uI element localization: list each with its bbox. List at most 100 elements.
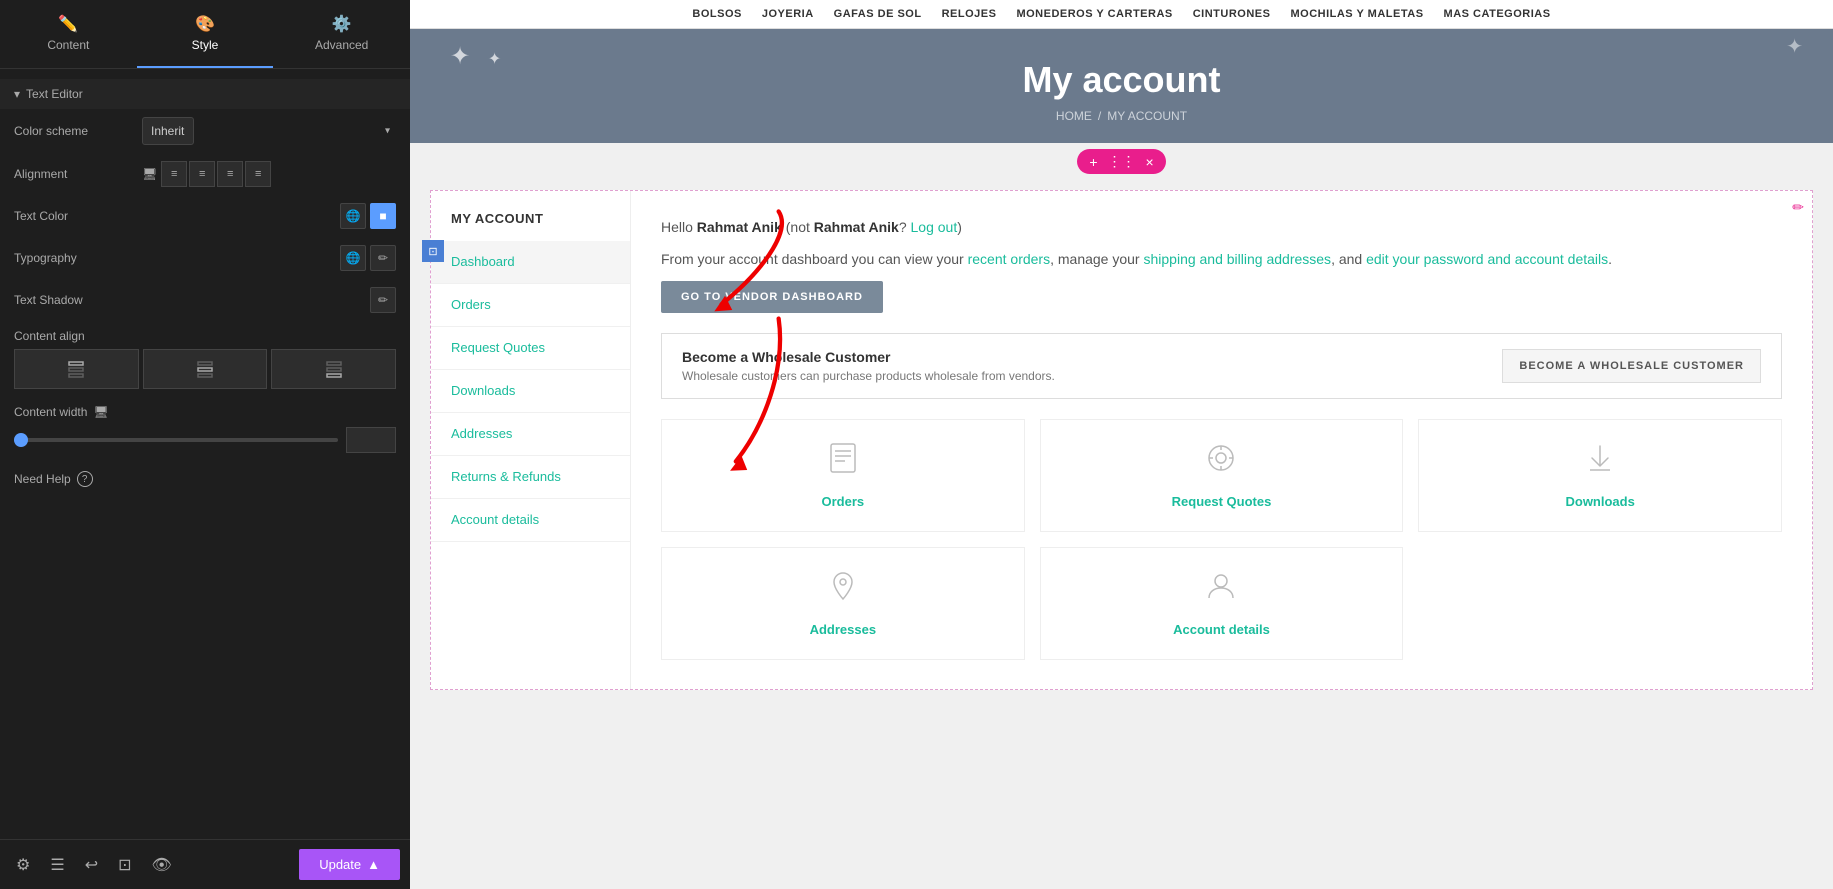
text-color-row: Text Color 🌐 ■ — [0, 195, 410, 237]
typography-control: 🌐 ✏ — [142, 245, 396, 271]
question-text: ? — [899, 219, 911, 235]
text-color-global-btn[interactable]: 🌐 — [340, 203, 366, 229]
breadcrumb: HOME / MY ACCOUNT — [430, 109, 1813, 123]
card-account-details[interactable]: Account details — [1040, 547, 1404, 660]
sidebar-link-dashboard[interactable]: Dashboard — [451, 254, 515, 269]
vendor-dashboard-button[interactable]: GO TO VENDOR DASHBOARD — [661, 281, 883, 313]
sidebar-link-request-quotes[interactable]: Request Quotes — [451, 340, 545, 355]
left-panel: ✏️ Content 🎨 Style ⚙️ Advanced ▾ Text Ed… — [0, 0, 410, 889]
color-scheme-select-wrapper: Inherit — [142, 117, 396, 145]
recent-orders-link[interactable]: recent orders — [968, 251, 1050, 267]
edit-pencil-icon[interactable]: ✏ — [1792, 199, 1804, 216]
sidebar-item-account-details[interactable]: Account details — [431, 499, 630, 542]
wholesale-cta-button[interactable]: BECOME A WHOLESALE CUSTOMER — [1502, 349, 1761, 383]
hero-title: My account — [430, 59, 1813, 101]
preview-footer-icon[interactable]: 👁 — [146, 849, 178, 881]
nav-relojes[interactable]: RELOJES — [942, 8, 997, 20]
account-section-wrapper: ⊡ MY ACCOUNT Dashboard Orders — [430, 190, 1813, 690]
layers-footer-icon[interactable]: ☰ — [44, 849, 70, 881]
sidebar-title: MY ACCOUNT — [431, 211, 630, 241]
logout-link[interactable]: Log out — [911, 219, 958, 235]
typography-edit-btn[interactable]: ✏ — [370, 245, 396, 271]
section-title-text: Text Editor — [26, 87, 83, 101]
typography-global-btn[interactable]: 🌐 — [340, 245, 366, 271]
align-buttons: ≡ ≡ ≡ ≡ — [161, 161, 271, 187]
text-shadow-edit-btn[interactable]: ✏ — [370, 287, 396, 313]
content-width-value[interactable] — [346, 427, 396, 453]
card-addresses[interactable]: Addresses — [661, 547, 1025, 660]
panel-body: ▾ Text Editor Color scheme Inherit Align… — [0, 69, 410, 839]
card-orders[interactable]: Orders — [661, 419, 1025, 532]
sidebar-item-returns[interactable]: Returns & Refunds — [431, 456, 630, 499]
nav-joyeria[interactable]: JOYERIA — [762, 8, 814, 20]
content-align-bottom[interactable] — [271, 349, 396, 389]
orders-card-label: Orders — [822, 494, 865, 509]
card-downloads[interactable]: Downloads — [1418, 419, 1782, 532]
align-right-btn[interactable]: ≡ — [217, 161, 243, 187]
tab-content-label: Content — [47, 38, 89, 52]
site-content: ⊡ MY ACCOUNT Dashboard Orders — [410, 180, 1833, 889]
shipping-billing-link[interactable]: shipping and billing addresses — [1143, 251, 1331, 267]
text-color-label: Text Color — [14, 209, 134, 223]
sidebar-menu: Dashboard Orders Request Quotes Download… — [431, 241, 630, 542]
content-align-middle[interactable] — [143, 349, 268, 389]
elementor-add-icon[interactable]: + — [1089, 154, 1097, 170]
nav-mochilas[interactable]: MOCHILAS Y MALETAS — [1290, 8, 1423, 20]
sidebar-link-account-details[interactable]: Account details — [451, 512, 539, 527]
nav-mas-cat[interactable]: MAS CATEGORIAS — [1444, 8, 1551, 20]
edit-password-link[interactable]: edit your password and account details — [1366, 251, 1608, 267]
sidebar-link-addresses[interactable]: Addresses — [451, 426, 512, 441]
text-color-picker-btn[interactable]: ■ — [370, 203, 396, 229]
sidebar-link-returns[interactable]: Returns & Refunds — [451, 469, 561, 484]
nav-bolsos[interactable]: BOLSOS — [692, 8, 741, 20]
responsive-icon-width: 🖥 — [93, 405, 108, 419]
wholesale-cta-label: BECOME A WHOLESALE CUSTOMER — [1519, 360, 1744, 372]
settings-footer-icon[interactable]: ⚙ — [10, 849, 36, 881]
responsive-icon-align: 🖥 — [142, 167, 157, 181]
nav-monederos[interactable]: MONEDEROS Y CARTERAS — [1016, 8, 1172, 20]
section-title[interactable]: ▾ Text Editor — [0, 79, 410, 109]
sidebar-item-request-quotes[interactable]: Request Quotes — [431, 327, 630, 370]
style-icon: 🎨 — [195, 14, 215, 34]
update-button[interactable]: Update ▲ — [299, 849, 400, 880]
content-icon: ✏️ — [58, 14, 78, 34]
section-arrow: ▾ — [14, 87, 20, 101]
sidebar-item-downloads[interactable]: Downloads — [431, 370, 630, 413]
align-left-btn[interactable]: ≡ — [161, 161, 187, 187]
update-btn-label: Update — [319, 857, 361, 872]
sidebar-item-orders[interactable]: Orders — [431, 284, 630, 327]
wholesale-title: Become a Wholesale Customer — [682, 349, 1055, 365]
panel-footer: ⚙ ☰ ↩ ⊡ 👁 Update ▲ — [0, 839, 410, 889]
text-shadow-label: Text Shadow — [14, 293, 134, 307]
edit-column-btn[interactable]: ⊡ — [422, 240, 444, 262]
not-text: (not — [782, 219, 814, 235]
alignment-row: Alignment 🖥 ≡ ≡ ≡ ≡ — [0, 153, 410, 195]
sidebar-item-dashboard[interactable]: Dashboard — [431, 241, 630, 284]
tab-advanced[interactable]: ⚙️ Advanced — [273, 0, 410, 68]
downloads-card-label: Downloads — [1565, 494, 1634, 509]
align-center-btn[interactable]: ≡ — [189, 161, 215, 187]
help-icon[interactable]: ? — [77, 471, 93, 487]
sidebar-link-downloads[interactable]: Downloads — [451, 383, 515, 398]
history-footer-icon[interactable]: ↩ — [79, 849, 104, 881]
tab-content[interactable]: ✏️ Content — [0, 0, 137, 68]
card-request-quotes[interactable]: Request Quotes — [1040, 419, 1404, 532]
content-align-top[interactable] — [14, 349, 139, 389]
nav-cinturones[interactable]: CINTURONES — [1193, 8, 1271, 20]
wholesale-text: Become a Wholesale Customer Wholesale cu… — [682, 349, 1055, 383]
sidebar-item-addresses[interactable]: Addresses — [431, 413, 630, 456]
breadcrumb-separator: / — [1098, 109, 1101, 123]
sidebar-link-orders[interactable]: Orders — [451, 297, 491, 312]
breadcrumb-current: MY ACCOUNT — [1107, 109, 1187, 123]
nav-gafas[interactable]: GAFAS DE SOL — [834, 8, 922, 20]
responsive-footer-icon[interactable]: ⊡ — [112, 849, 137, 881]
elementor-move-icon[interactable]: ⋮⋮ — [1108, 153, 1136, 170]
desc-text: From your account dashboard you can view… — [661, 251, 968, 267]
align-justify-btn[interactable]: ≡ — [245, 161, 271, 187]
elementor-toolbar-inner: + ⋮⋮ × — [1077, 149, 1165, 174]
elementor-close-icon[interactable]: × — [1146, 154, 1154, 170]
color-scheme-select[interactable]: Inherit — [142, 117, 194, 145]
tab-style[interactable]: 🎨 Style — [137, 0, 274, 68]
content-width-slider[interactable] — [14, 438, 338, 442]
content-width-section: Content width 🖥 — [0, 397, 410, 461]
